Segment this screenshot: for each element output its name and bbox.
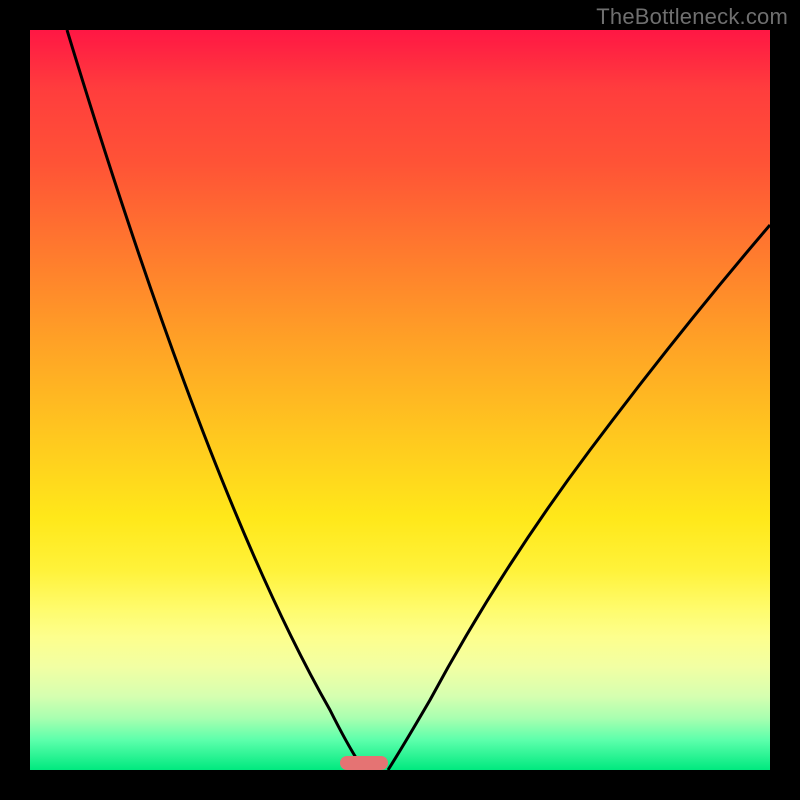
right-curve (388, 225, 770, 770)
chart-frame: TheBottleneck.com (0, 0, 800, 800)
minimum-marker (340, 756, 388, 770)
left-curve (67, 30, 364, 770)
chart-plot-area (30, 30, 770, 770)
bottleneck-curve (30, 30, 770, 770)
watermark-text: TheBottleneck.com (596, 4, 788, 30)
